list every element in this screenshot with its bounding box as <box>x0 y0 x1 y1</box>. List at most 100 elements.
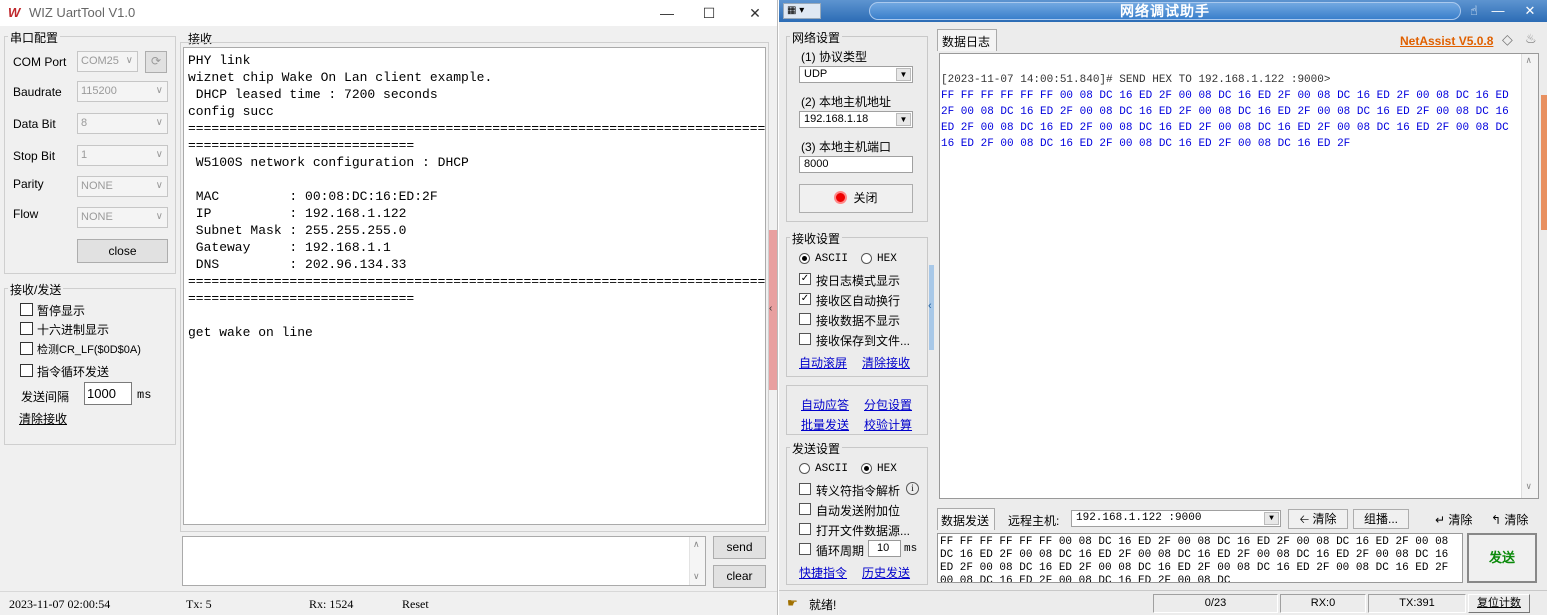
parity-label: Parity <box>13 177 44 191</box>
hex-display-checkbox[interactable] <box>20 322 33 335</box>
bell-icon[interactable]: ♨ <box>1525 31 1537 47</box>
netassist-window-title: 网络调试助手 <box>869 2 1461 20</box>
autowrap-checkbox[interactable]: ✓ <box>799 293 811 305</box>
clear-send-button[interactable]: ↵ 清除 <box>1435 511 1472 528</box>
parity-select[interactable]: NONE ∨ <box>77 176 168 197</box>
maximize-icon[interactable]: ☐ <box>698 3 720 23</box>
history-link[interactable]: 历史发送 <box>862 564 910 581</box>
status-tx: TX:391 <box>1368 594 1466 613</box>
clear-remote-button[interactable]: 🡠 清除 <box>1288 509 1348 529</box>
logmode-label: 按日志模式显示 <box>816 274 901 288</box>
remote-host-label: 远程主机: <box>1008 514 1060 528</box>
autoreply-link[interactable]: 自动应答 <box>801 396 849 413</box>
openfile-checkbox[interactable] <box>799 523 811 535</box>
close-window-icon[interactable]: ✕ <box>744 3 766 23</box>
log-tab[interactable]: 数据日志 <box>937 29 997 51</box>
flow-select[interactable]: NONE ∨ <box>77 207 168 228</box>
brand-link[interactable]: NetAssist V5.0.8 <box>1400 34 1493 48</box>
databit-select[interactable]: 8 ∨ <box>77 113 168 134</box>
chevron-down-icon: ∨ <box>1526 482 1532 492</box>
baudrate-select[interactable]: 115200 ∨ <box>77 81 168 102</box>
packet-settings-link[interactable]: 分包设置 <box>864 396 912 413</box>
clear-button[interactable]: clear <box>713 565 766 588</box>
shortcut-link[interactable]: 快捷指令 <box>799 564 847 581</box>
savefile-checkbox[interactable] <box>799 333 811 345</box>
hex-display-label: 十六进制显示 <box>37 323 110 337</box>
system-menu-button[interactable]: ▦ ▾ <box>783 3 821 19</box>
multicast-button[interactable]: 组播... <box>1353 509 1409 529</box>
collapse-arrow-icon[interactable]: ‹ <box>928 300 932 312</box>
protocol-select[interactable]: UDP ▼ <box>799 66 913 83</box>
clear-receive-link[interactable]: 清除接收 <box>862 354 910 371</box>
stopbit-label: Stop Bit <box>13 149 56 163</box>
status-ready: 就绪! <box>809 598 837 612</box>
minimize-icon[interactable]: — <box>1487 2 1509 20</box>
collapse-arrow-icon[interactable]: ‹ <box>769 303 772 314</box>
chevron-down-icon: ∨ <box>155 85 163 96</box>
batch-send-link[interactable]: 批量发送 <box>801 416 849 433</box>
recv-hex-label: HEX <box>877 253 897 265</box>
autoadd-checkbox[interactable] <box>799 503 811 515</box>
netassist-window: ▦ ▾ 网络调试助手 ☝ — ✕ 网络设置 (1) 协议类型 UDP ▼ (2) … <box>779 0 1547 615</box>
chevron-down-icon: ▼ <box>896 113 911 126</box>
close-connection-button[interactable]: 关闭 <box>799 184 913 213</box>
cycle-input[interactable]: 10 <box>868 540 901 557</box>
loop-send-checkbox[interactable] <box>20 364 33 377</box>
send-tab[interactable]: 数据发送 <box>937 508 995 530</box>
pin-icon[interactable]: ☝ <box>1463 2 1485 20</box>
minimize-icon[interactable]: — <box>656 3 678 23</box>
send-data-area[interactable]: FF FF FF FF FF FF 00 08 DC 16 ED 2F 00 0… <box>937 533 1463 583</box>
record-stop-icon <box>834 191 848 204</box>
autoscroll-link[interactable]: 自动滚屏 <box>799 354 847 371</box>
host-select[interactable]: 192.168.1.18 ▼ <box>799 111 913 128</box>
chevron-down-icon: ∨ <box>155 180 163 191</box>
logmode-checkbox[interactable]: ✓ <box>799 273 811 285</box>
pause-display-label: 暂停显示 <box>37 304 86 318</box>
send-input-scrollbar[interactable]: ∧ ∨ <box>689 537 705 585</box>
log-area[interactable]: [2023-11-07 14:00:51.840]# SEND HEX TO 1… <box>939 53 1539 499</box>
close-window-icon[interactable]: ✕ <box>1519 2 1541 20</box>
recv-hex-radio[interactable] <box>861 253 872 264</box>
chevron-down-icon: ∨ <box>125 55 133 66</box>
stopbit-select[interactable]: 1 ∨ <box>77 145 168 166</box>
info-icon[interactable]: i <box>906 482 919 495</box>
recv-ascii-radio[interactable] <box>799 253 810 264</box>
clear-receive-link[interactable]: 清除接收 <box>19 410 67 427</box>
lightbulb-icon: ☛ <box>787 596 798 610</box>
reset-count-button[interactable]: 复位计数 <box>1468 594 1530 613</box>
interval-input[interactable]: 1000 <box>84 382 132 405</box>
cycle-checkbox[interactable] <box>799 543 811 555</box>
crlf-checkbox[interactable] <box>20 342 33 355</box>
log-scrollbar[interactable]: ∧ ∨ <box>1521 54 1538 498</box>
diamond-icon[interactable]: ◇ <box>1502 31 1513 48</box>
receive-terminal[interactable]: PHY link wiznet chip Wake On Lan client … <box>183 47 766 525</box>
status-time: 2023-11-07 02:00:54 <box>9 597 111 611</box>
pause-display-checkbox[interactable] <box>20 303 33 316</box>
nodisplay-label: 接收数据不显示 <box>816 314 901 328</box>
databit-label: Data Bit <box>13 117 56 131</box>
remote-host-select[interactable]: 192.168.1.122 :9000 ▼ <box>1071 510 1281 527</box>
arrow-left-icon: 🡠 <box>1299 512 1310 526</box>
checksum-link[interactable]: 校验计算 <box>864 416 912 433</box>
send-button[interactable]: 发送 <box>1467 533 1537 583</box>
port-input[interactable]: 8000 <box>799 156 913 173</box>
status-tx: Tx: 5 <box>186 597 212 611</box>
send-ascii-radio[interactable] <box>799 463 810 474</box>
refresh-port-button[interactable]: ⟳ <box>145 51 167 73</box>
close-port-button[interactable]: close <box>77 239 168 263</box>
nodisplay-checkbox[interactable] <box>799 313 811 325</box>
uart-tool-window: W WIZ UartTool V1.0 — ☐ ✕ 串口配置 COM Port … <box>0 0 778 615</box>
chevron-down-icon: ▼ <box>1264 512 1279 525</box>
uart-window-title: WIZ UartTool V1.0 <box>29 5 136 20</box>
send-hex-radio[interactable] <box>861 463 872 474</box>
send-button[interactable]: send <box>713 536 766 559</box>
rxtx-title: 接收/发送 <box>8 281 64 298</box>
status-reset[interactable]: Reset <box>402 597 429 612</box>
recv-ascii-label: ASCII <box>815 253 849 265</box>
escape-checkbox[interactable] <box>799 483 811 495</box>
recv-settings-title: 接收设置 <box>790 230 843 247</box>
openfile-label: 打开文件数据源... <box>816 524 911 538</box>
com-port-select[interactable]: COM25 ∨ <box>77 51 138 72</box>
send-input[interactable]: ∧ ∨ <box>182 536 706 586</box>
clear-all-button[interactable]: ↰ 清除 <box>1491 511 1528 528</box>
